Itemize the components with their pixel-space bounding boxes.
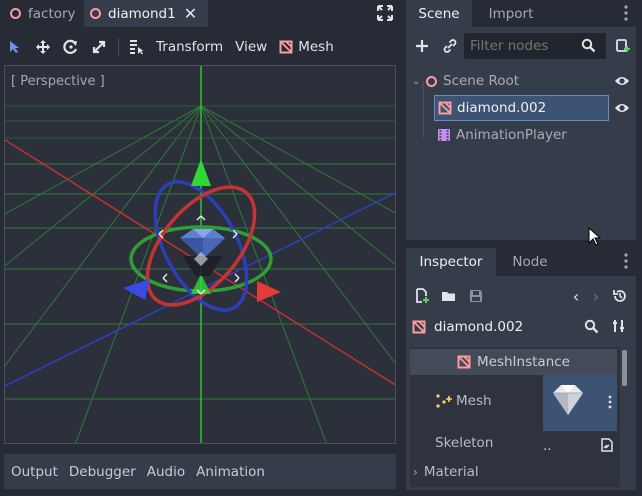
gizmo-z-arrow [123, 279, 150, 300]
mouse-cursor-icon [588, 227, 601, 247]
property-skeleton: Skeleton [435, 435, 493, 451]
viewport-3d[interactable]: [ Perspective ] [4, 65, 396, 444]
instance-scene-icon[interactable] [440, 36, 460, 56]
tree-item-animation-player[interactable]: AnimationPlayer [434, 122, 609, 148]
collapse-arrow-icon[interactable]: ⌄ [412, 76, 422, 87]
mesh-library-icon [434, 393, 452, 409]
property-label: Mesh [456, 393, 492, 409]
mesh-preview[interactable] [543, 375, 617, 431]
tab-import[interactable]: Import [476, 0, 546, 27]
object-tools-icon[interactable] [610, 317, 628, 335]
section-header-label: MeshInstance [477, 354, 570, 370]
select-tool-icon[interactable] [4, 36, 26, 58]
move-tool-icon[interactable] [32, 36, 54, 58]
bottom-tab-debugger[interactable]: Debugger [69, 464, 136, 480]
property-mesh: Mesh [434, 393, 492, 409]
dock-menu-icon[interactable] [622, 4, 630, 22]
scene-tree: ⌄ Scene Root diamond.002 AnimationPlayer [410, 65, 632, 238]
spatial-node-icon [426, 75, 437, 87]
expand-arrow-icon: › [413, 465, 418, 479]
scale-tool-icon[interactable] [88, 36, 110, 58]
tree-guide [423, 81, 424, 138]
tab-import-label: Import [488, 5, 534, 22]
mesh-instance-icon [412, 320, 426, 334]
history-back-icon[interactable]: ‹ [568, 286, 584, 306]
save-resource-icon[interactable] [466, 286, 486, 306]
skeleton-path-value: .. [543, 438, 552, 454]
node-path-icon[interactable] [600, 438, 614, 452]
object-history-icon[interactable] [610, 286, 630, 306]
inspector-scrollbar[interactable] [622, 350, 627, 386]
tree-item-label: AnimationPlayer [456, 127, 567, 143]
bottom-tab-output[interactable]: Output [11, 464, 58, 480]
bottom-tab-animation[interactable]: Animation [196, 464, 265, 480]
add-node-icon[interactable] [412, 36, 432, 56]
inspected-object-name: diamond.002 [434, 319, 524, 335]
attach-script-icon[interactable] [612, 36, 632, 56]
mesh-menu[interactable]: Mesh [279, 39, 334, 55]
section-material[interactable]: › Material [410, 460, 617, 484]
filter-nodes-input[interactable] [464, 33, 606, 59]
property-label: Skeleton [435, 435, 494, 451]
animation-player-icon [437, 128, 451, 142]
tab-diamond1[interactable]: diamond1 ✕ [84, 0, 208, 27]
filter-nodes-field[interactable] [470, 36, 576, 56]
search-icon[interactable] [582, 317, 600, 335]
tab-inspector-label: Inspector [419, 254, 483, 270]
tree-item-label: diamond.002 [457, 100, 547, 116]
new-resource-icon[interactable] [412, 286, 432, 306]
viewport-scene [5, 66, 395, 443]
diamond-thumbnail [553, 385, 583, 415]
rotate-tool-icon[interactable] [60, 36, 82, 58]
mesh-instance-icon [457, 355, 471, 369]
toolbar-separator [118, 38, 119, 56]
list-select-icon[interactable] [125, 36, 147, 58]
bottom-tab-audio[interactable]: Audio [147, 464, 185, 480]
history-forward-icon[interactable]: › [588, 286, 604, 306]
tab-factory[interactable]: factory [4, 0, 82, 27]
gizmo-y-arrow [191, 159, 211, 186]
tree-item-diamond[interactable]: diamond.002 [434, 95, 609, 121]
section-material-label: Material [423, 464, 479, 480]
distraction-free-icon[interactable] [376, 4, 394, 22]
tab-label: factory [28, 5, 76, 22]
tab-inspector[interactable]: Inspector [406, 248, 496, 276]
mesh-instance-icon [438, 101, 452, 115]
scene-ring-icon [90, 8, 101, 19]
transform-menu[interactable]: Transform [156, 39, 223, 55]
gizmo-x-arrow [257, 281, 281, 302]
tab-scene-label: Scene [418, 5, 460, 22]
section-header-meshinstance[interactable]: MeshInstance [410, 349, 617, 375]
perspective-label[interactable]: [ Perspective ] [11, 74, 105, 89]
dock-menu-icon[interactable] [622, 252, 630, 270]
load-resource-icon[interactable] [439, 286, 459, 306]
mesh-instance-icon [279, 40, 293, 54]
close-icon[interactable]: ✕ [184, 4, 197, 23]
tree-item-label: Scene Root [443, 73, 520, 89]
tree-item-scene-root[interactable]: ⌄ Scene Root [410, 68, 632, 94]
tab-scene[interactable]: Scene [406, 0, 472, 27]
search-icon [581, 38, 596, 53]
property-menu-icon[interactable] [608, 395, 612, 409]
tab-node-label: Node [512, 254, 548, 270]
visibility-eye-icon[interactable] [614, 74, 630, 88]
view-menu[interactable]: View [235, 39, 267, 55]
tab-node[interactable]: Node [500, 248, 560, 276]
scene-ring-icon [10, 8, 21, 19]
skeleton-value[interactable]: .. [543, 437, 617, 455]
tab-label: diamond1 [108, 5, 176, 22]
visibility-eye-icon[interactable] [614, 101, 630, 115]
mesh-menu-label: Mesh [298, 39, 334, 55]
